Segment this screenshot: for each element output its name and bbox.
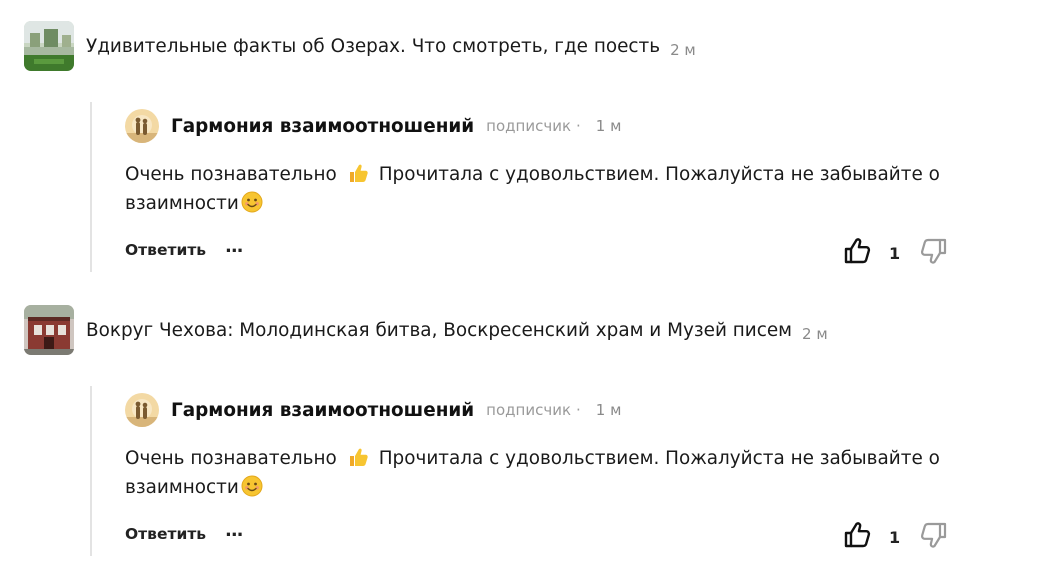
comment-actions: Ответить ... 1 <box>125 236 955 268</box>
lake-landscape-thumbnail-icon[interactable] <box>24 21 74 71</box>
smiling-face-emoji-icon <box>241 475 263 497</box>
post-time: 2 м <box>802 325 828 343</box>
comment-author[interactable]: Гармония взаимоотношений <box>171 116 474 137</box>
thread-line <box>90 102 92 272</box>
like-icon[interactable] <box>843 520 873 550</box>
comment: Гармония взаимоотношений подписчик · 1 м… <box>125 108 955 268</box>
post-header[interactable]: Вокруг Чехова: Молодинская битва, Воскре… <box>24 304 828 356</box>
post-header[interactable]: Удивительные факты об Озерах. Что смотре… <box>24 20 696 72</box>
thumbs-up-emoji-icon <box>349 448 368 466</box>
like-count: 1 <box>889 528 901 547</box>
post-title[interactable]: Удивительные факты об Озерах. Что смотре… <box>86 36 660 57</box>
subscriber-badge: подписчик <box>486 117 572 135</box>
dislike-icon[interactable] <box>918 520 948 550</box>
reply-button[interactable]: Ответить <box>125 241 206 259</box>
thumbs-up-emoji-icon <box>349 164 368 182</box>
comment-header: Гармония взаимоотношений подписчик · 1 м <box>125 108 955 144</box>
like-icon[interactable] <box>843 236 873 266</box>
sunset-couple-avatar-icon[interactable] <box>125 393 159 427</box>
comment-author[interactable]: Гармония взаимоотношений <box>171 400 474 421</box>
comment: Гармония взаимоотношений подписчик · 1 м… <box>125 392 955 552</box>
comment-time: 1 м <box>595 401 622 419</box>
dislike-icon[interactable] <box>918 236 948 266</box>
comment-text-part1: Очень познавательно <box>125 164 337 185</box>
comment-header: Гармония взаимоотношений подписчик · 1 м <box>125 392 955 428</box>
separator-dot: · <box>576 401 581 419</box>
post-item: Вокруг Чехова: Молодинская битва, Воскре… <box>0 284 1045 568</box>
subscriber-badge: подписчик <box>486 401 572 419</box>
sunset-couple-avatar-icon[interactable] <box>125 109 159 143</box>
comment-text: Очень познавательно Прочитала с удовольст… <box>125 444 945 502</box>
post-item: Удивительные факты об Озерах. Что смотре… <box>0 0 1045 284</box>
separator-dot: · <box>576 117 581 135</box>
comment-text-part1: Очень познавательно <box>125 448 337 469</box>
post-title[interactable]: Вокруг Чехова: Молодинская битва, Воскре… <box>86 320 792 341</box>
comment-actions: Ответить ... 1 <box>125 520 955 552</box>
more-options-button[interactable]: ... <box>225 520 243 541</box>
like-count: 1 <box>889 244 901 263</box>
thread-line <box>90 386 92 556</box>
smiling-face-emoji-icon <box>241 191 263 213</box>
comment-time: 1 м <box>595 117 622 135</box>
comment-text: Очень познавательно Прочитала с удовольст… <box>125 160 945 218</box>
more-options-button[interactable]: ... <box>225 236 243 257</box>
reply-button[interactable]: Ответить <box>125 525 206 543</box>
museum-building-thumbnail-icon[interactable] <box>24 305 74 355</box>
post-time: 2 м <box>670 41 696 59</box>
